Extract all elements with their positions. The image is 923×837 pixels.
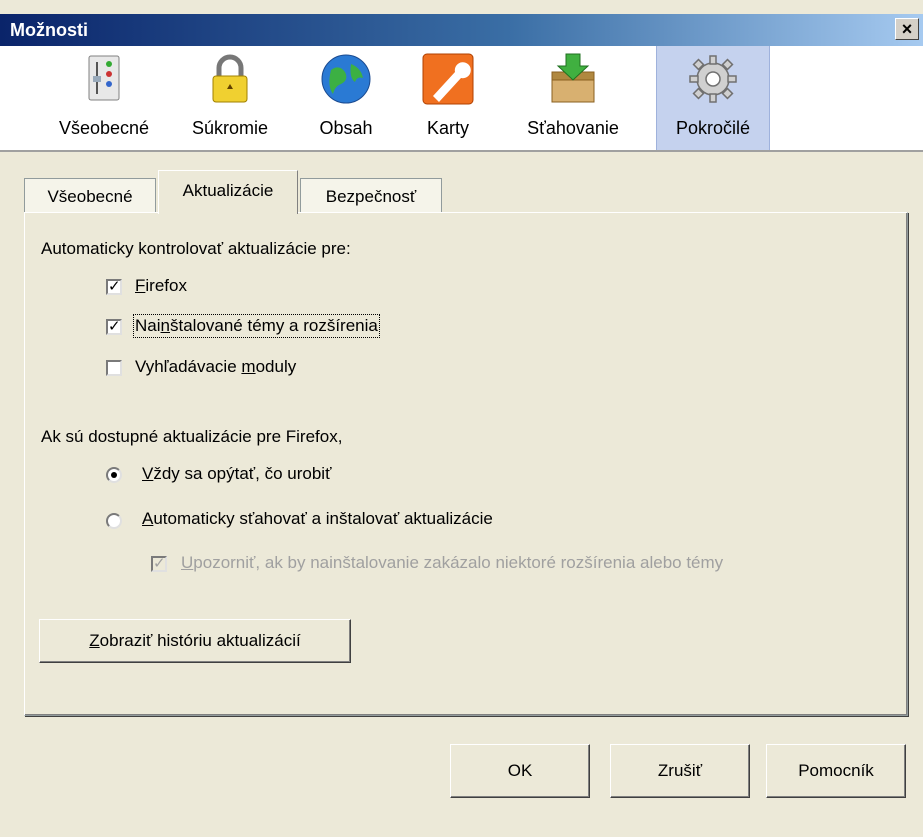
- toolbar-label: Súkromie: [191, 118, 269, 138]
- updates-panel: Automaticky kontrolovať aktualizácie pre…: [24, 212, 908, 716]
- toolbar-downloads[interactable]: Sťahovanie: [508, 46, 638, 150]
- toolbar-label: Všeobecné: [58, 118, 150, 138]
- padlock-icon: [212, 54, 248, 103]
- toolbar-label: Obsah: [319, 118, 373, 138]
- warn-disable-checkbox[interactable]: ✓: [151, 556, 167, 572]
- always-ask-label[interactable]: Vždy sa opýtať, čo urobiť: [142, 464, 331, 484]
- show-update-history-button[interactable]: Zobraziť históriu aktualizácií: [39, 619, 351, 663]
- general-sliders-icon: [88, 55, 120, 101]
- toolbar-general[interactable]: Všeobecné: [44, 46, 164, 150]
- wrench-icon: [422, 53, 474, 105]
- toolbar-content[interactable]: Obsah: [296, 46, 396, 150]
- toolbar-label: Karty: [426, 118, 469, 138]
- themes-extensions-label[interactable]: Nainštalované témy a rozšírenia: [133, 314, 380, 338]
- always-ask-radio[interactable]: [106, 467, 122, 483]
- search-engines-label[interactable]: Vyhľadávacie moduly: [135, 357, 296, 377]
- toolbar-label: Pokročilé: [675, 118, 751, 138]
- title-bar[interactable]: Možnosti ×: [0, 14, 923, 46]
- tab-security[interactable]: Bezpečnosť: [300, 178, 442, 212]
- warn-disable-label[interactable]: Upozorniť, ak by nainštalovanie zakázalo…: [181, 553, 723, 573]
- firefox-checkbox[interactable]: ✓: [106, 279, 122, 295]
- cancel-button[interactable]: Zrušiť: [610, 744, 750, 798]
- check-updates-heading: Automaticky kontrolovať aktualizácie pre…: [41, 239, 351, 258]
- search-engines-checkbox[interactable]: [106, 360, 122, 376]
- tab-updates[interactable]: Aktualizácie: [158, 170, 298, 214]
- tab-general[interactable]: Všeobecné: [24, 178, 156, 212]
- globe-icon: [321, 54, 371, 104]
- toolbar-label: Sťahovanie: [527, 118, 619, 138]
- auto-install-radio[interactable]: [106, 513, 122, 529]
- firefox-label[interactable]: Firefox: [135, 276, 187, 296]
- available-updates-heading: Ak sú dostupné aktualizácie pre Firefox,: [41, 427, 343, 446]
- themes-extensions-checkbox[interactable]: ✓: [106, 319, 122, 335]
- close-button[interactable]: ×: [895, 18, 919, 40]
- category-toolbar: Všeobecné Súkromie Obsah Karty Sťahovani…: [0, 46, 923, 152]
- window-title: Možnosti: [10, 20, 88, 40]
- gear-icon: [689, 55, 737, 103]
- toolbar-privacy[interactable]: Súkromie: [176, 46, 284, 150]
- help-button[interactable]: Pomocník: [766, 744, 906, 798]
- toolbar-advanced[interactable]: Pokročilé: [656, 46, 770, 150]
- auto-install-label[interactable]: Automaticky sťahovať a inštalovať aktual…: [142, 509, 493, 529]
- toolbar-tabs[interactable]: Karty: [400, 46, 496, 150]
- download-box-icon: [551, 53, 595, 103]
- ok-button[interactable]: OK: [450, 744, 590, 798]
